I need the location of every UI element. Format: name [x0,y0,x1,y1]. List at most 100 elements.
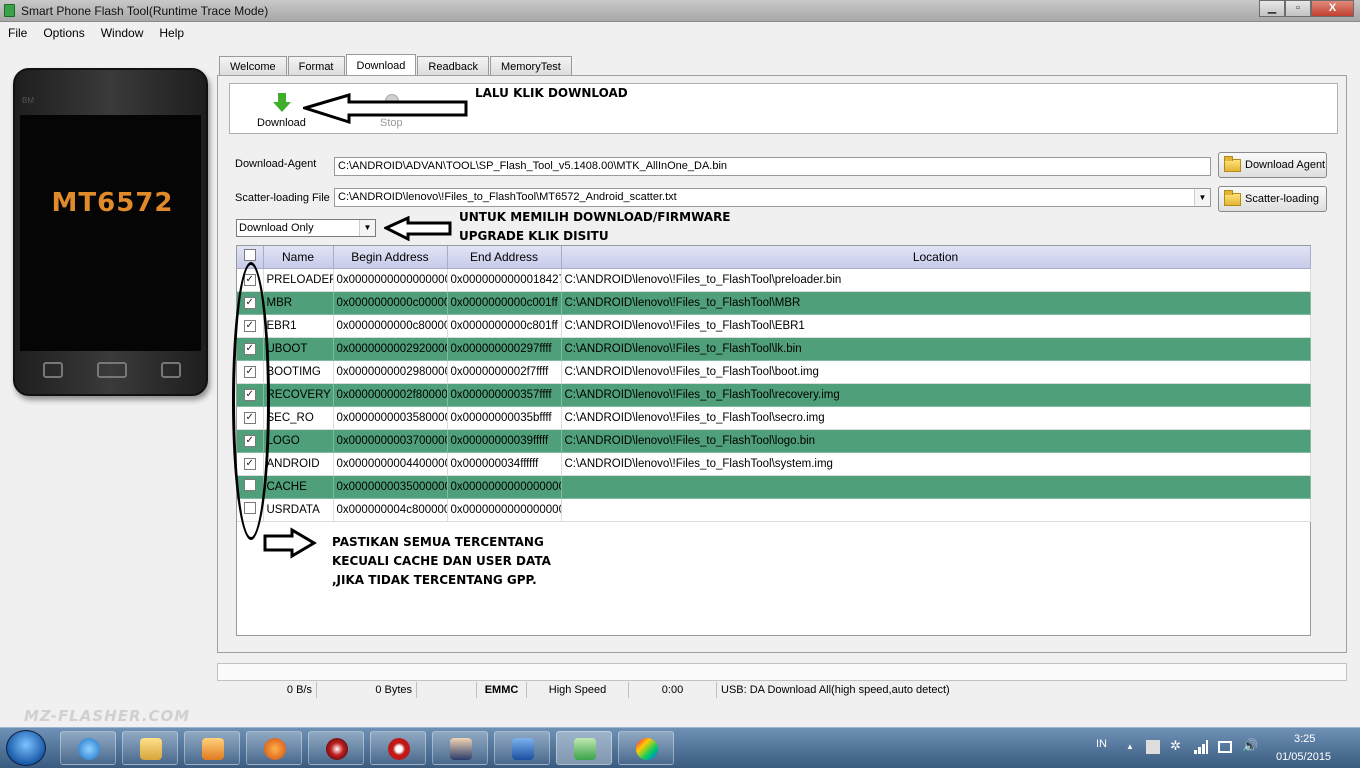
cell-begin-address: 0x0000000000c80000 [333,314,448,338]
tab-welcome[interactable]: Welcome [219,56,287,76]
table-row[interactable]: ✓ RECOVERY 0x0000000002f80000 0x00000000035… [237,383,1311,407]
taskbar-ie[interactable] [60,731,116,765]
table-row[interactable]: ✓ SEC_RO 0x0000000003580000 0x00000000035bf… [237,406,1311,430]
cell-location: C:\ANDROID\lenovo\!Files_to_FlashTool\lo… [561,429,1311,453]
table-row[interactable]: ✓ PRELOADER 0x0000000000000000 0x0000000000… [237,268,1311,292]
download-button-label[interactable]: Download [257,117,306,129]
table-row[interactable]: ✓ EBR1 0x0000000000c80000 0x0000000000c801f… [237,314,1311,338]
menu-window[interactable]: Window [93,26,152,40]
status-bytes: 0 Bytes [317,682,417,698]
display-icon[interactable] [1218,741,1232,753]
cell-end-address: 0x000000000357ffff [447,383,562,407]
firefox-icon [264,738,286,760]
cell-name: USRDATA [263,498,334,522]
title-bar: Smart Phone Flash Tool(Runtime Trace Mod… [0,0,1360,22]
taskbar-firefox[interactable] [246,731,302,765]
download-agent-field[interactable]: C:\ANDROID\ADVAN\TOOL\SP_Flash_Tool_v5.1… [334,157,1211,176]
tab-download[interactable]: Download [345,54,417,76]
scatter-loading-button-label: Scatter-loading [1245,193,1319,205]
taskbar-app5[interactable] [308,731,364,765]
table-row[interactable]: ✓ MBR 0x0000000000c00000 0x0000000000c001ff… [237,291,1311,315]
tray-expand-icon[interactable]: ▲ [1126,742,1134,751]
annotation-check-line3: ,JIKA TIDAK TERCENTANG GPP. [332,573,537,587]
taskbar-explorer[interactable] [122,731,178,765]
minimize-button[interactable]: ▁ [1259,0,1285,17]
taskbar-app8[interactable] [494,731,550,765]
back-key-icon [161,362,181,378]
chevron-down-icon[interactable]: ▼ [359,220,375,236]
cell-begin-address: 0x0000000035000000 [333,475,448,499]
cell-end-address: 0x00000000039fffff [447,429,562,453]
cell-end-address: 0x0000000000000000 [447,475,562,499]
table-row[interactable]: CACHE 0x0000000035000000 0x000000000000000… [237,475,1311,499]
status-bar: 0 B/s 0 Bytes EMMC High Speed 0:00 USB: … [217,682,1137,698]
red-hat-icon [388,738,410,760]
signal-icon[interactable] [1194,740,1208,757]
scatter-file-combo[interactable]: C:\ANDROID\lenovo\!Files_to_FlashTool\MT… [334,188,1211,207]
chip-label: MT6572 [51,188,174,218]
tab-bar: Welcome Format Download Readback MemoryT… [219,54,573,76]
status-spacer [417,682,477,698]
language-indicator[interactable]: IN [1096,738,1107,750]
cell-location: C:\ANDROID\lenovo\!Files_to_FlashTool\pr… [561,268,1311,292]
maximize-button[interactable]: ▫ [1285,0,1311,17]
annotation-check-line2: KECUALI CACHE DAN USER DATA [332,554,551,568]
taskbar-flashtool[interactable] [556,731,612,765]
paint-icon [636,738,658,760]
arrow-annotation-mode [384,216,452,242]
folder-icon [140,738,162,760]
menu-bar: File Options Window Help [0,22,1360,43]
folder-icon [1224,189,1241,206]
table-row[interactable]: ✓ BOOTIMG 0x0000000002980000 0x0000000002f7… [237,360,1311,384]
network-tools-icon[interactable]: ✲ [1170,738,1181,754]
clock-time[interactable]: 3:25 [1294,733,1315,745]
table-row[interactable]: ✓ LOGO 0x0000000003700000 0x00000000039ffff… [237,429,1311,453]
select-all-checkbox[interactable] [243,249,256,262]
taskbar-app6[interactable] [370,731,426,765]
table-row[interactable]: ✓ UBOOT 0x0000000002920000 0x000000000297ff… [237,337,1311,361]
tab-readback[interactable]: Readback [417,56,489,76]
annotation-mode-line2: UPGRADE KLIK DISITU [459,229,609,243]
cell-begin-address: 0x0000000002980000 [333,360,448,384]
cartoon-icon [450,738,472,760]
cell-location: C:\ANDROID\lenovo\!Files_to_FlashTool\EB… [561,314,1311,338]
close-button[interactable]: X [1311,0,1354,17]
cell-begin-address: 0x0000000002f80000 [333,383,448,407]
download-agent-button[interactable]: Download Agent [1218,152,1327,178]
status-storage: EMMC [477,682,527,698]
chevron-down-icon[interactable]: ▼ [1194,189,1210,206]
scatter-loading-button[interactable]: Scatter-loading [1218,186,1327,212]
arrow-annotation-download [303,93,468,125]
phone-brand: BM [22,96,34,105]
cell-begin-address: 0x000000004c800000 [333,498,448,522]
cell-location: C:\ANDROID\lenovo\!Files_to_FlashTool\sy… [561,452,1311,476]
cell-name: EBR1 [263,314,334,338]
cell-location: C:\ANDROID\lenovo\!Files_to_FlashTool\re… [561,383,1311,407]
table-row[interactable]: USRDATA 0x000000004c800000 0x0000000000000… [237,498,1311,522]
status-speed: 0 B/s [217,682,317,698]
table-row[interactable]: ✓ ANDROID 0x0000000004400000 0x000000034fff… [237,452,1311,476]
download-arrow-icon[interactable] [272,93,292,113]
pc-icon [512,738,534,760]
start-button[interactable] [6,730,46,766]
cell-end-address: 0x0000000000000000 [447,498,562,522]
taskbar-media[interactable] [184,731,240,765]
volume-icon[interactable]: 🔊 [1242,738,1258,754]
clock-date[interactable]: 01/05/2015 [1276,751,1331,763]
taskbar-app7[interactable] [432,731,488,765]
cell-begin-address: 0x0000000000c00000 [333,291,448,315]
cell-location [561,475,1311,499]
cell-end-address: 0x000000000297ffff [447,337,562,361]
tab-memorytest[interactable]: MemoryTest [489,56,572,76]
status-mode: High Speed [527,682,629,698]
arrow-annotation-checkboxes [263,527,317,559]
cell-name: CACHE [263,475,334,499]
download-mode-select[interactable]: Download Only ▼ [236,219,376,237]
tab-format[interactable]: Format [287,56,345,76]
menu-options[interactable]: Options [35,26,92,40]
menu-file[interactable]: File [0,26,35,40]
action-center-icon[interactable] [1146,740,1160,754]
taskbar-paint[interactable] [618,731,674,765]
cell-begin-address: 0x0000000000000000 [333,268,448,292]
menu-help[interactable]: Help [151,26,192,40]
